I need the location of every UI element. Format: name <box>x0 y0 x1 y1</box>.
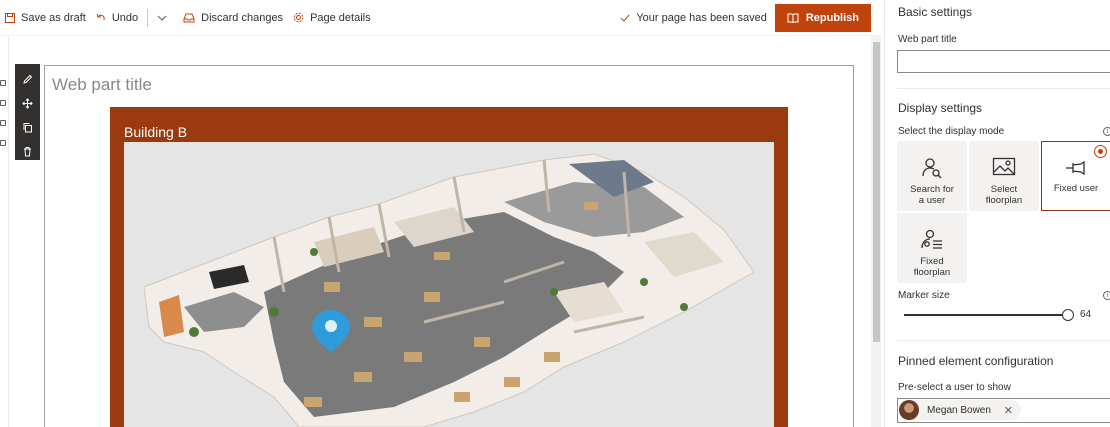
marker-size-slider-track[interactable] <box>904 314 1068 316</box>
discard-icon <box>183 13 195 22</box>
checkmark-icon <box>620 14 630 22</box>
close-icon[interactable]: ✕ <box>1004 404 1013 417</box>
command-bar: Save as draft Undo Discard changes Page … <box>0 0 880 36</box>
image-icon <box>992 157 1016 176</box>
republish-label: Republish <box>805 11 859 24</box>
info-icon[interactable]: i <box>1103 291 1110 300</box>
mode-label-line1: Select <box>990 184 1018 195</box>
chevron-down-icon <box>157 15 167 21</box>
book-icon <box>787 13 799 23</box>
mode-label-line2: a user <box>918 195 946 206</box>
mode-label-line2: floorplan <box>913 267 951 278</box>
save-icon <box>5 12 15 23</box>
move-web-part-button[interactable] <box>21 95 35 111</box>
floorplan-drawing <box>143 153 755 427</box>
pin-icon <box>1066 160 1085 176</box>
copy-icon <box>23 122 32 132</box>
delete-web-part-button[interactable] <box>21 143 35 159</box>
undo-dropdown-button[interactable] <box>152 0 178 35</box>
rail-icon[interactable] <box>0 100 6 106</box>
web-part-title-placeholder[interactable]: Web part title <box>52 75 152 95</box>
rail-icon[interactable] <box>0 80 6 86</box>
mode-label-line1: Fixed <box>920 256 944 267</box>
undo-button[interactable]: Undo <box>91 0 143 35</box>
mode-select-floorplan[interactable]: Select floorplan <box>969 141 1039 211</box>
marker-size-label: Marker size <box>898 290 950 301</box>
section-divider <box>897 88 1110 89</box>
search-user-icon <box>922 158 942 179</box>
selected-user-name: Megan Bowen <box>927 404 991 416</box>
trash-icon <box>24 146 31 156</box>
marker-size-slider-thumb[interactable] <box>1062 309 1074 321</box>
section-divider <box>897 340 1110 341</box>
fixed-floorplan-icon <box>921 229 942 249</box>
display-settings-heading: Display settings <box>898 101 983 115</box>
move-icon <box>22 97 33 109</box>
save-status-text: Your page has been saved <box>636 11 767 24</box>
web-part-title-input[interactable] <box>897 50 1110 73</box>
info-icon[interactable]: i <box>1103 127 1110 136</box>
save-status: Your page has been saved <box>620 11 767 24</box>
toolbar-divider <box>147 8 149 27</box>
web-part-toolbar <box>15 64 40 160</box>
mode-label-line1: Search for <box>910 184 954 195</box>
republish-button[interactable]: Republish <box>774 3 871 32</box>
page-editor: Save as draft Undo Discard changes Page … <box>0 0 1110 427</box>
floorplan-image[interactable] <box>124 142 774 427</box>
building-label: Building B <box>124 124 188 140</box>
avatar <box>899 400 919 420</box>
discard-changes-button[interactable]: Discard changes <box>178 0 288 35</box>
left-rail <box>0 36 9 427</box>
mode-fixed-user[interactable]: Fixed user <box>1041 141 1110 211</box>
mode-search-user[interactable]: Search for a user <box>897 141 967 211</box>
undo-label: Undo <box>111 11 139 24</box>
mode-label-line1: Fixed user <box>1053 183 1099 194</box>
edit-web-part-button[interactable] <box>21 71 35 87</box>
discard-changes-label: Discard changes <box>201 11 284 24</box>
save-as-draft-label: Save as draft <box>21 11 86 24</box>
page-details-label: Page details <box>310 11 371 24</box>
mode-fixed-floorplan[interactable]: Fixed floorplan <box>897 213 967 283</box>
web-part-title-label: Web part title <box>898 34 957 45</box>
preselect-user-label: Pre-select a user to show <box>898 382 1011 393</box>
mode-label-line2: floorplan <box>985 195 1023 206</box>
rail-icon[interactable] <box>0 120 6 126</box>
pinned-config-heading: Pinned element configuration <box>898 354 1054 368</box>
gear-icon <box>293 12 304 23</box>
pencil-icon <box>23 74 33 84</box>
page-details-button[interactable]: Page details <box>288 0 376 35</box>
duplicate-web-part-button[interactable] <box>21 119 35 135</box>
scrollbar-thumb[interactable] <box>873 42 880 342</box>
undo-icon <box>96 13 105 20</box>
basic-settings-heading: Basic settings <box>898 5 973 19</box>
selected-user-persona[interactable]: Megan Bowen ✕ <box>899 400 1021 420</box>
selected-radio-icon <box>1094 145 1107 158</box>
rail-icon[interactable] <box>0 140 6 146</box>
display-mode-label: Select the display mode <box>898 126 1005 137</box>
marker-size-value: 64 <box>1080 309 1092 320</box>
save-as-draft-button[interactable]: Save as draft <box>0 0 91 35</box>
